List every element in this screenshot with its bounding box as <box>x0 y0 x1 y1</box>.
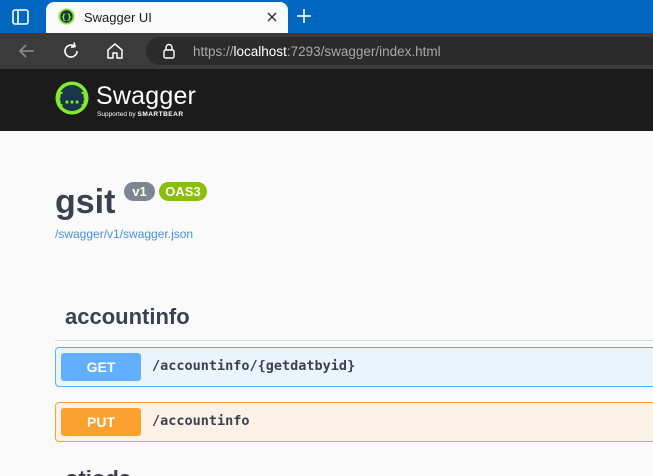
swagger-logo-icon[interactable]: {…} <box>55 81 89 115</box>
api-title: gsit <box>55 183 116 221</box>
lock-icon[interactable] <box>162 43 176 59</box>
refresh-icon[interactable] <box>60 40 82 62</box>
version-badge: v1 <box>124 182 155 201</box>
tag-name: accountinfo <box>65 304 190 329</box>
address-bar[interactable]: https://localhost:7293/swagger/index.htm… <box>146 37 653 65</box>
method-badge-get: GET <box>61 353 141 381</box>
svg-text:{}: {} <box>61 13 72 22</box>
spec-json-link[interactable]: /swagger/v1/swagger.json <box>55 227 193 241</box>
url-host: localhost <box>233 44 287 59</box>
method-badge-put: PUT <box>61 408 141 436</box>
operation-get-accountinfo-getdatbyid[interactable]: GET /accountinfo/{getdatbyid} <box>55 347 653 387</box>
url-path: :7293/swagger/index.html <box>286 44 441 59</box>
home-icon[interactable] <box>104 40 126 62</box>
url-text: https://localhost:7293/swagger/index.htm… <box>193 44 441 59</box>
smartbear-label: SMARTBEAR <box>137 111 184 118</box>
operation-put-accountinfo[interactable]: PUT /accountinfo <box>55 402 653 442</box>
operation-path: /accountinfo/{getdatbyid} <box>152 358 356 374</box>
supported-by-text: Supported by SMARTBEAR <box>97 111 184 118</box>
swagger-logo-text: Swagger <box>96 82 197 110</box>
tag-name-partial: otiods <box>65 466 131 476</box>
back-arrow-icon[interactable] <box>16 40 38 62</box>
tab-actions-icon[interactable] <box>10 7 32 27</box>
browser-tab-active[interactable]: {} Swagger UI <box>46 2 288 33</box>
swagger-favicon-icon: {} <box>58 8 75 25</box>
close-tab-icon[interactable] <box>264 9 280 25</box>
svg-text:{…}: {…} <box>55 90 89 108</box>
operation-path: /accountinfo <box>152 413 250 429</box>
swagger-topbar: {…} Swagger Supported by SMARTBEAR <box>0 69 653 131</box>
tag-header-accountinfo[interactable]: accountinfo <box>55 296 653 341</box>
browser-toolbar: https://localhost:7293/swagger/index.htm… <box>0 33 653 69</box>
browser-tab-strip: {} Swagger UI <box>0 0 653 33</box>
tab-title: Swagger UI <box>84 10 152 25</box>
url-scheme: https:// <box>193 44 234 59</box>
tag-header-next[interactable]: otiods <box>55 458 653 476</box>
oas-badge: OAS3 <box>159 182 207 201</box>
supported-by-label: Supported by <box>97 111 136 118</box>
new-tab-icon[interactable] <box>295 7 313 25</box>
